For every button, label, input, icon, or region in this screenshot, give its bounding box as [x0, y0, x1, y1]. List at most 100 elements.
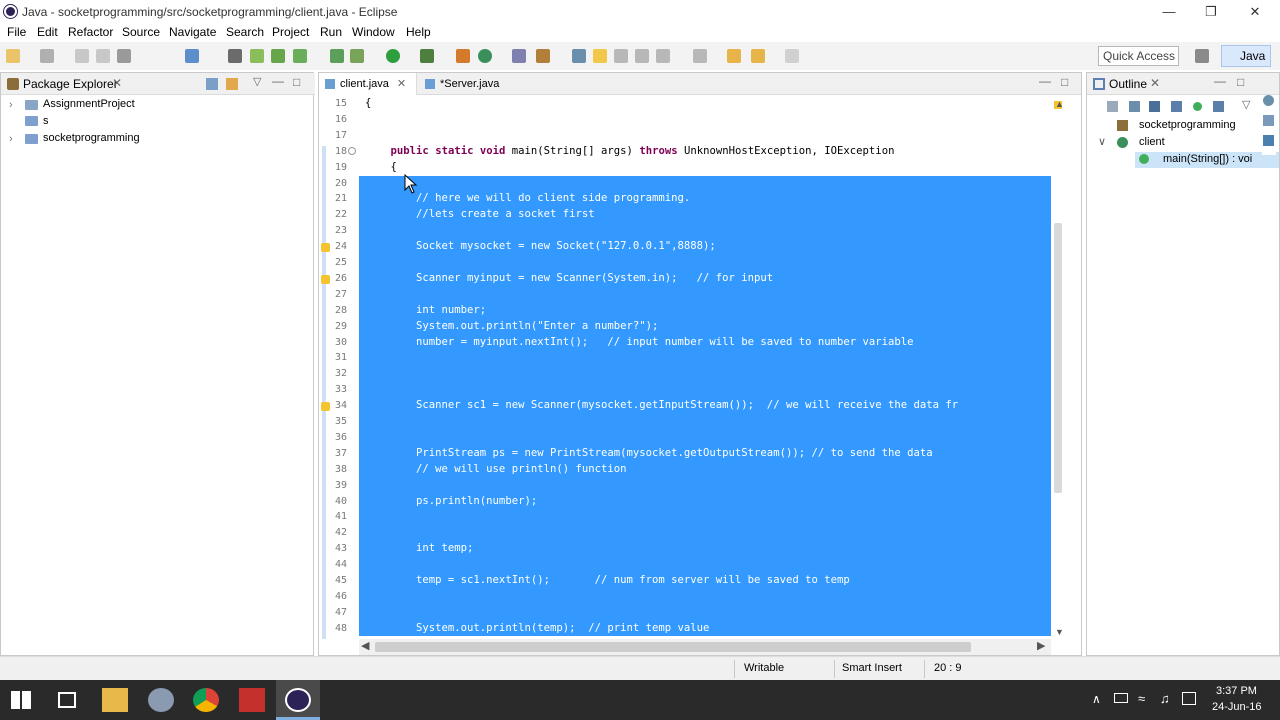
warning-icon[interactable] [321, 274, 330, 284]
menu-edit[interactable]: Edit [37, 25, 58, 39]
collapse-all-icon[interactable] [206, 78, 218, 90]
notification-icon[interactable] [1182, 692, 1196, 705]
file-explorer-icon[interactable] [102, 688, 128, 712]
maximize-panel-icon[interactable]: □ [293, 75, 300, 89]
scroll-up-icon[interactable]: ▲ [1055, 99, 1064, 109]
start-windows-icon[interactable] [11, 691, 31, 709]
open-type-icon[interactable] [512, 49, 526, 63]
refresh-icon[interactable] [330, 49, 344, 63]
code-line[interactable]: Scanner sc1 = new Scanner(mysocket.getIn… [365, 399, 958, 411]
code-line[interactable]: number = myinput.nextInt(); // input num… [365, 336, 914, 348]
new-icon[interactable] [6, 49, 20, 63]
warning-icon[interactable] [321, 402, 330, 412]
code-line[interactable]: public static void main(String[] args) t… [365, 145, 895, 157]
package-explorer-tab[interactable]: Package Explorer ✕ ▽ — □ [1, 73, 315, 95]
collapse-icon[interactable]: ∨ [1098, 135, 1106, 148]
debug-icon[interactable] [350, 49, 364, 63]
forward-icon[interactable] [785, 49, 799, 63]
menu-source[interactable]: Source [122, 25, 160, 39]
outline-item-class[interactable]: client [1139, 136, 1165, 148]
code-line[interactable]: Socket mysocket = new Socket("127.0.0.1"… [365, 240, 716, 252]
collapse-all-icon[interactable] [1107, 101, 1118, 112]
code-line[interactable]: System.out.println(temp); // print temp … [365, 622, 709, 634]
fold-icon[interactable] [348, 146, 356, 155]
sort-icon[interactable] [1129, 101, 1140, 112]
console-icon[interactable] [1263, 135, 1274, 146]
block-selection-icon[interactable] [614, 49, 628, 63]
menu-file[interactable]: File [7, 25, 26, 39]
taskbar-time[interactable]: 3:37 PM [1216, 685, 1257, 697]
menu-refactor[interactable]: Refactor [68, 25, 113, 39]
wifi-icon[interactable]: ≈ [1138, 691, 1145, 706]
minimize-button[interactable]: — [1146, 0, 1192, 24]
new-package-icon[interactable] [478, 49, 492, 63]
annotation-icon[interactable] [572, 49, 586, 63]
minimize-panel-icon[interactable]: — [272, 74, 284, 88]
tree-item-socketprogramming[interactable]: socketprogramming [43, 132, 140, 144]
save-all-icon[interactable] [96, 49, 110, 63]
hide-fields-icon[interactable] [1149, 101, 1160, 112]
code-line[interactable]: PrintStream ps = new PrintStream(mysocke… [365, 447, 933, 459]
new-class-icon[interactable] [456, 49, 470, 63]
code-line[interactable]: { [365, 97, 371, 109]
code-line[interactable]: temp = sc1.nextInt(); // num from server… [365, 574, 850, 586]
tab-client-java[interactable]: client.java ✕ [319, 73, 417, 95]
run-icon[interactable] [386, 49, 400, 63]
close-tab-icon[interactable]: ✕ [112, 76, 122, 90]
view-menu-icon[interactable]: ▽ [1242, 98, 1250, 111]
save-icon[interactable] [75, 49, 89, 63]
outline-item-main[interactable]: main(String[]) : voi [1163, 153, 1252, 165]
next-annotation-icon[interactable] [656, 49, 670, 63]
link-editor-icon[interactable] [226, 78, 238, 90]
menu-run[interactable]: Run [320, 25, 342, 39]
acrobat-icon[interactable] [239, 688, 265, 712]
check-icon[interactable] [293, 49, 307, 63]
code-line[interactable]: Scanner myinput = new Scanner(System.in)… [365, 272, 773, 284]
tree-item-assignmentproject[interactable]: AssignmentProject [43, 98, 135, 110]
maximize-panel-icon[interactable]: □ [1061, 75, 1068, 89]
scroll-down-icon[interactable]: ▼ [1055, 627, 1064, 637]
code-line[interactable]: // we will use println() function [365, 463, 626, 475]
menu-project[interactable]: Project [272, 25, 309, 39]
code-line[interactable]: int temp; [365, 542, 473, 554]
quick-access-input[interactable]: Quick Access [1098, 46, 1179, 66]
search-icon[interactable] [536, 49, 550, 63]
cut-icon[interactable] [228, 49, 242, 63]
scroll-right-icon[interactable]: ▶ [1037, 639, 1045, 652]
chrome-icon[interactable] [193, 688, 219, 712]
taskbar-date[interactable]: 24-Jun-16 [1212, 701, 1262, 713]
code-line[interactable]: //lets create a socket first [365, 208, 595, 220]
terminal-icon[interactable] [185, 49, 199, 63]
code-area[interactable]: { public static void main(String[] args)… [359, 96, 1051, 636]
menu-search[interactable]: Search [226, 25, 264, 39]
show-whitespace-icon[interactable] [635, 49, 649, 63]
warning-icon[interactable] [321, 243, 330, 253]
minimize-panel-icon[interactable]: — [1039, 74, 1051, 88]
outline-tab[interactable]: Outline ✕ — □ [1087, 73, 1279, 95]
hide-static-icon[interactable] [1171, 101, 1182, 112]
open-icon[interactable] [40, 49, 54, 63]
menu-help[interactable]: Help [406, 25, 431, 39]
declaration-icon[interactable] [1263, 115, 1274, 126]
javadoc-icon[interactable] [1263, 95, 1274, 106]
view-menu-icon[interactable]: ▽ [253, 75, 261, 88]
code-line[interactable]: int number; [365, 304, 486, 316]
horizontal-scrollbar-thumb[interactable] [375, 642, 971, 652]
menu-navigate[interactable]: Navigate [169, 25, 216, 39]
close-tab-icon[interactable]: ✕ [397, 78, 406, 90]
vertical-scrollbar-thumb[interactable] [1054, 223, 1062, 493]
battery-icon[interactable] [1114, 693, 1128, 703]
app-icon[interactable] [148, 688, 174, 712]
code-line[interactable]: ps.println(number); [365, 495, 537, 507]
expand-icon[interactable]: › [9, 99, 13, 111]
back-icon[interactable] [751, 49, 765, 63]
tab-server-java[interactable]: *Server.java [421, 73, 517, 95]
java-perspective-button[interactable]: Java [1221, 45, 1271, 67]
eclipse-taskbar-active[interactable] [276, 680, 320, 720]
task-view-icon[interactable] [58, 692, 76, 708]
run-external-icon[interactable] [420, 49, 434, 63]
menu-window[interactable]: Window [352, 25, 395, 39]
prev-annotation-icon[interactable] [693, 49, 707, 63]
restore-button[interactable]: ❐ [1188, 0, 1234, 24]
highlight-icon[interactable] [593, 49, 607, 63]
